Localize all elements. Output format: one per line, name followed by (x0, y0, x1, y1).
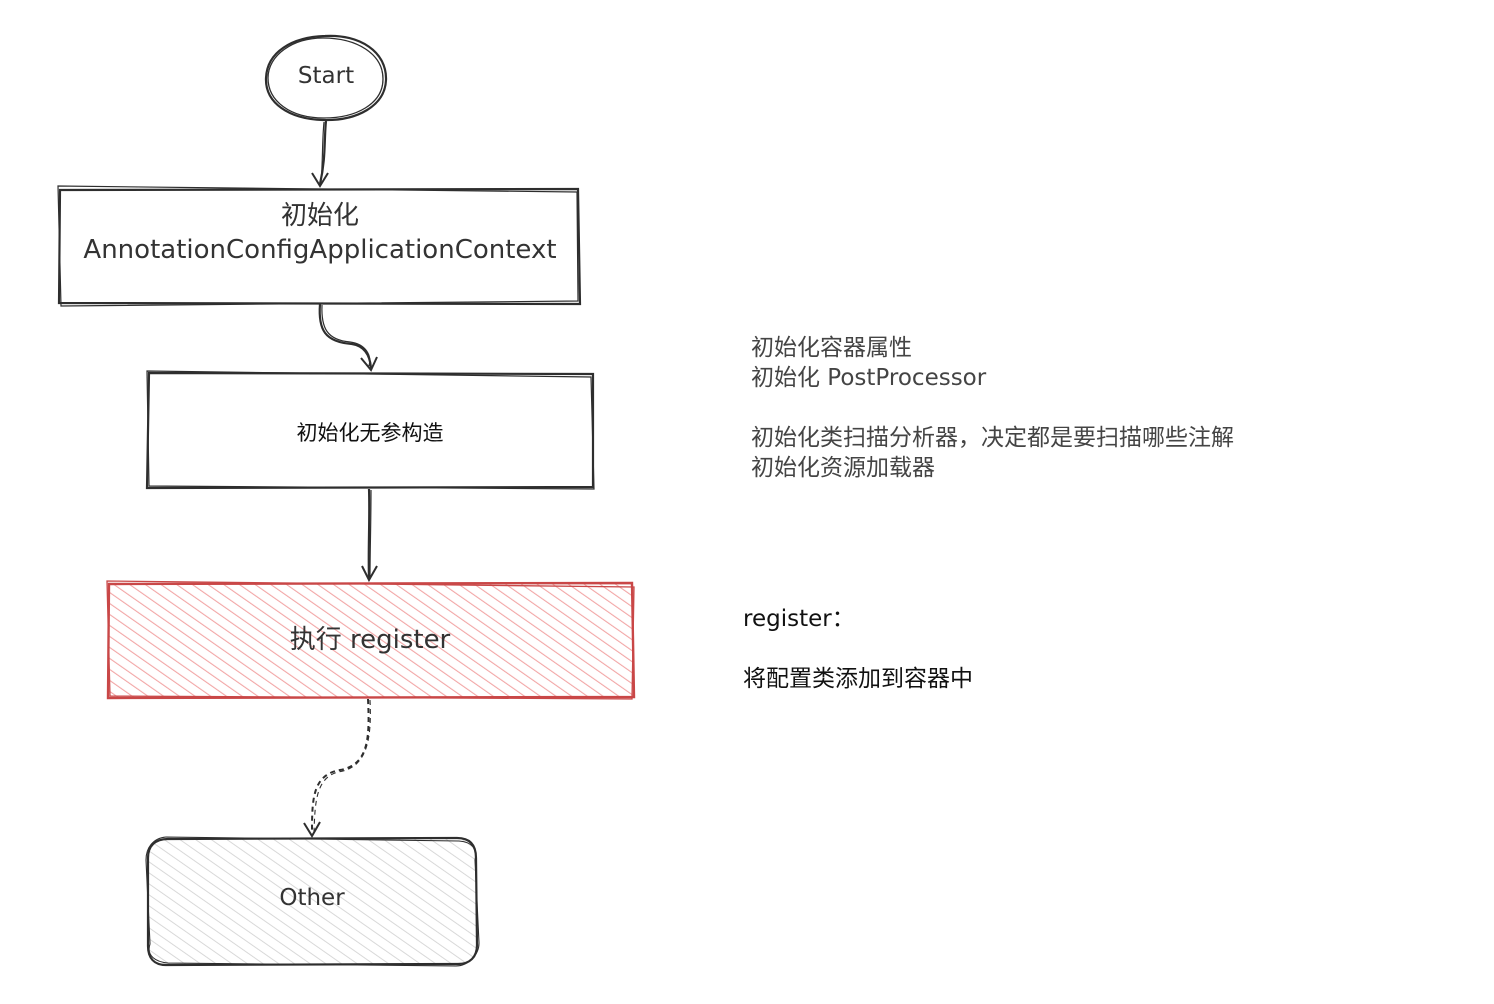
flowchart-canvas (57, 34, 636, 967)
init-note-line4: 初始化资源加载器 (751, 455, 935, 481)
init-note: 初始化容器属性 初始化 PostProcessor 初始化类扫描分析器，决定都是… (751, 333, 1234, 483)
arrow-context-to-noarg (318, 303, 378, 372)
arrow-start-to-context (311, 120, 329, 188)
init-note-line2: 初始化 PostProcessor (751, 365, 987, 391)
arrow-register-to-other (303, 698, 371, 838)
init-note-line3: 初始化类扫描分析器，决定都是要扫描哪些注解 (751, 425, 1234, 451)
init-noarg-label: 初始化无参构造 (296, 421, 444, 445)
init-context-label-line1: 初始化 (280, 201, 359, 231)
exec-register-label: 执行 register (289, 625, 451, 655)
register-note-title: register： (743, 606, 855, 632)
start-label: Start (297, 63, 355, 89)
arrow-noarg-to-register (361, 488, 378, 583)
init-note-spacer (751, 393, 1234, 423)
register-note-body: 将配置类添加到容器中 (743, 666, 973, 692)
register-note: register： 将配置类添加到容器中 (743, 604, 973, 694)
init-context-label: 初始化 AnnotationConfigApplicationContext (60, 200, 580, 268)
other-label: Other (279, 885, 345, 911)
register-note-spacer (743, 634, 973, 664)
init-context-label-line2: AnnotationConfigApplicationContext (83, 234, 557, 265)
init-note-line1: 初始化容器属性 (751, 335, 912, 361)
